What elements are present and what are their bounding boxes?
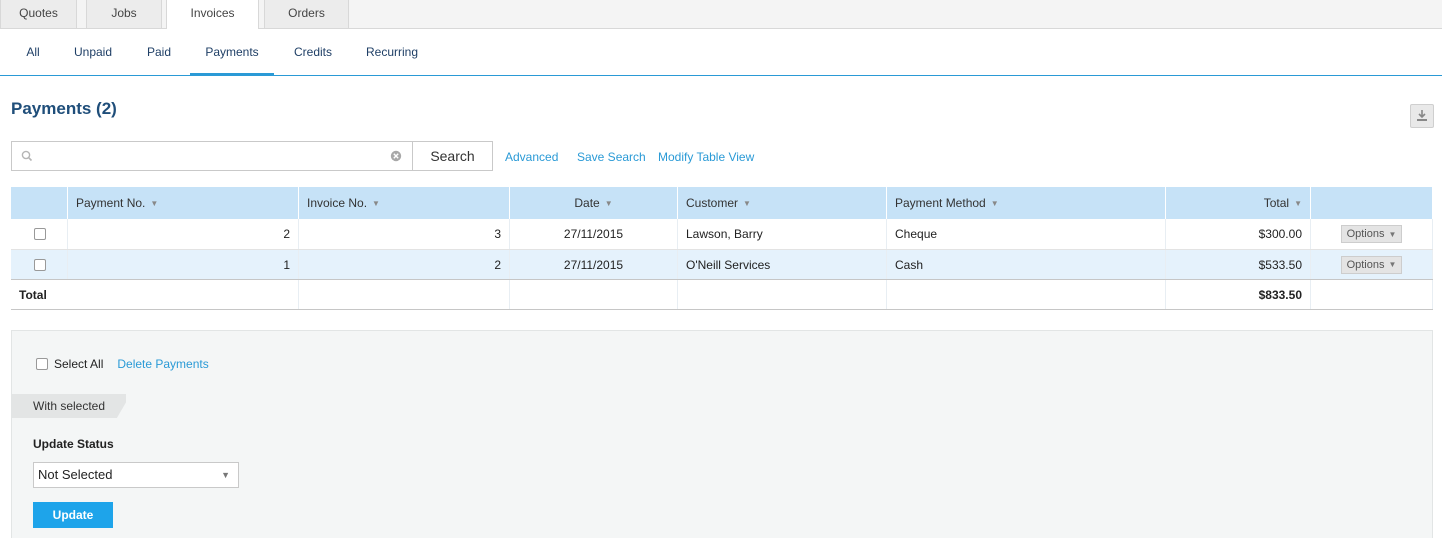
chevron-down-icon: ▼ (221, 470, 230, 480)
tab-jobs[interactable]: Jobs (86, 0, 162, 29)
sort-arrow-icon: ▼ (604, 198, 613, 208)
update-status-label: Update Status (33, 437, 114, 451)
bulk-actions-panel: Select All Delete Payments With selected… (11, 330, 1433, 538)
column-label: Customer (686, 196, 739, 210)
column-label: Date (574, 196, 600, 210)
row-checkbox[interactable] (34, 228, 46, 240)
options-label: Options (1346, 228, 1385, 240)
subtab-all[interactable]: All (14, 29, 52, 75)
column-header-date[interactable]: Date ▼ (510, 187, 678, 219)
row-select-cell (11, 250, 68, 279)
column-header-payment-method[interactable]: Payment Method ▼ (887, 187, 1166, 219)
top-tab-bar: Quotes Jobs Invoices Orders (0, 0, 1442, 30)
subtab-credits[interactable]: Credits (282, 29, 344, 75)
modify-table-view-link[interactable]: Modify Table View (658, 150, 754, 164)
column-header-total[interactable]: Total ▼ (1166, 187, 1311, 219)
clear-search-icon[interactable] (390, 150, 402, 162)
sub-tab-bar: All Unpaid Paid Payments Credits Recurri… (0, 29, 1442, 76)
update-button[interactable]: Update (33, 502, 113, 528)
date-cell: 27/11/2015 (510, 250, 678, 279)
footer-cell (1311, 280, 1433, 309)
customer-cell[interactable]: Lawson, Barry (678, 219, 887, 249)
delete-payments-link[interactable]: Delete Payments (117, 357, 208, 371)
subtab-unpaid[interactable]: Unpaid (64, 29, 122, 75)
status-select-value: Not Selected (38, 467, 113, 482)
invoice-no-cell[interactable]: 2 (299, 250, 510, 279)
tab-quotes[interactable]: Quotes (0, 0, 77, 29)
select-all-checkbox[interactable] (36, 358, 48, 370)
table-header: Payment No. ▼ Invoice No. ▼ Date ▼ Customer… (11, 187, 1433, 219)
options-label: Options (1346, 258, 1385, 271)
table-row: 1 2 27/11/2015 O'Neill Services Cash $53… (11, 250, 1433, 280)
invoice-no-cell[interactable]: 3 (299, 219, 510, 249)
select-all-group: Select All Delete Payments (36, 357, 209, 371)
sort-arrow-icon: ▼ (372, 198, 380, 208)
caret-down-icon: ▼ (1388, 229, 1397, 239)
with-selected-tab: With selected (12, 394, 126, 418)
sort-arrow-icon: ▼ (1294, 198, 1302, 208)
download-button[interactable] (1410, 104, 1434, 128)
column-header-customer[interactable]: Customer ▼ (678, 187, 887, 219)
footer-total-value: $833.50 (1166, 280, 1311, 309)
row-checkbox[interactable] (34, 258, 46, 271)
header-select-cell (11, 187, 68, 219)
footer-total-label: Total (11, 280, 299, 309)
footer-cell (299, 280, 510, 309)
column-header-payment-no[interactable]: Payment No. ▼ (68, 187, 299, 219)
payment-method-cell: Cheque (887, 219, 1166, 249)
options-cell: Options ▼ (1311, 250, 1433, 279)
footer-cell (887, 280, 1166, 309)
total-cell: $300.00 (1166, 219, 1311, 249)
save-search-link[interactable]: Save Search (577, 150, 646, 164)
caret-down-icon: ▼ (1388, 260, 1397, 269)
column-header-invoice-no[interactable]: Invoice No. ▼ (299, 187, 510, 219)
search-input[interactable] (40, 146, 380, 166)
footer-cell (510, 280, 678, 309)
subtab-recurring[interactable]: Recurring (354, 29, 430, 75)
payment-no-cell: 1 (68, 250, 299, 279)
options-button[interactable]: Options ▼ (1341, 225, 1402, 243)
payment-no-cell: 2 (68, 219, 299, 249)
download-icon (1417, 110, 1427, 121)
subtab-paid[interactable]: Paid (134, 29, 184, 75)
footer-cell (678, 280, 887, 309)
sort-arrow-icon: ▼ (150, 198, 159, 208)
search-icon (21, 150, 33, 162)
customer-cell[interactable]: O'Neill Services (678, 250, 887, 279)
date-cell: 27/11/2015 (510, 219, 678, 249)
column-label: Total (1263, 196, 1290, 210)
subtab-payments[interactable]: Payments (190, 29, 274, 76)
advanced-search-link[interactable]: Advanced (505, 150, 558, 164)
payment-method-cell: Cash (887, 250, 1166, 279)
column-label: Invoice No. (307, 196, 368, 210)
row-select-cell (11, 219, 68, 249)
sort-arrow-icon: ▼ (990, 198, 999, 208)
page-title: Payments (2) (11, 99, 117, 118)
search-field (11, 141, 413, 171)
options-cell: Options ▼ (1311, 219, 1433, 249)
options-button[interactable]: Options ▼ (1341, 255, 1402, 274)
column-label: Payment No. (76, 196, 146, 210)
select-all-label[interactable]: Select All (54, 357, 103, 371)
tab-invoices[interactable]: Invoices (166, 0, 259, 30)
total-cell: $533.50 (1166, 250, 1311, 279)
search-button[interactable]: Search (412, 141, 493, 171)
column-label: Payment Method (895, 196, 986, 210)
table-footer-row: Total $833.50 (11, 280, 1433, 310)
sort-arrow-icon: ▼ (743, 198, 751, 208)
table-row: 2 3 27/11/2015 Lawson, Barry Cheque $300… (11, 219, 1433, 250)
status-select[interactable]: Not Selected ▼ (33, 462, 239, 488)
header-options-cell (1311, 187, 1433, 219)
tab-orders[interactable]: Orders (264, 0, 349, 29)
